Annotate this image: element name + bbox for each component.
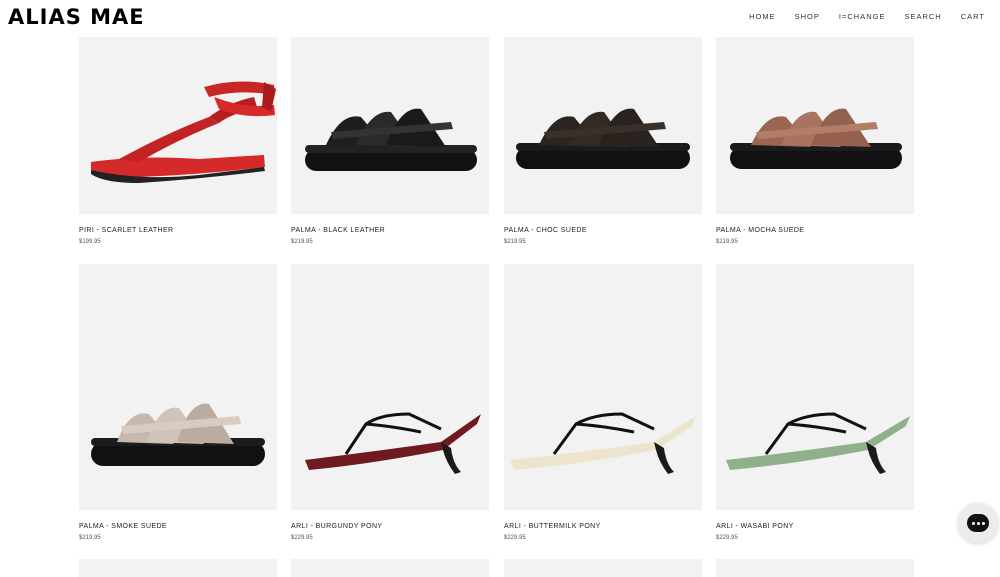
- heeled-thong-sandal-icon: [726, 412, 910, 474]
- nav-cart[interactable]: CART: [961, 12, 985, 22]
- product-card[interactable]: PALMA - MOCHA SUEDE $219.95: [716, 37, 914, 246]
- heeled-thong-sandal-icon: [305, 412, 481, 474]
- product-price: $219.95: [716, 239, 738, 245]
- slide-sandal-icon: [730, 108, 902, 169]
- product-name[interactable]: PALMA - BLACK LEATHER: [291, 226, 489, 235]
- slide-sandal-icon: [305, 108, 477, 171]
- chat-button[interactable]: [958, 503, 998, 543]
- sandal-lace-up-icon: [91, 81, 276, 183]
- product-image[interactable]: [716, 37, 914, 214]
- product-price: $219.95: [504, 239, 526, 245]
- next-row-tile[interactable]: [504, 559, 702, 577]
- nav-i-change[interactable]: I=CHANGE: [839, 12, 886, 22]
- product-image[interactable]: [504, 264, 702, 510]
- chat-bubble-icon: [967, 514, 989, 532]
- next-row-tile[interactable]: [291, 559, 489, 577]
- product-image[interactable]: [79, 264, 277, 510]
- product-card[interactable]: ARLI - WASABI PONY $229.95: [716, 264, 914, 542]
- slide-sandal-icon: [516, 108, 690, 169]
- product-listing-page: ALIAS MAE HOME SHOP I=CHANGE SEARCH CART…: [0, 0, 1000, 577]
- slide-sandal-icon: [91, 403, 265, 466]
- product-image[interactable]: [504, 37, 702, 214]
- product-image[interactable]: [291, 37, 489, 214]
- product-card[interactable]: PIRI - SCARLET LEATHER $199.95: [79, 37, 277, 246]
- product-price: $229.95: [291, 535, 313, 541]
- product-card[interactable]: ARLI - BUTTERMILK PONY $229.95: [504, 264, 702, 542]
- product-price: $229.95: [504, 535, 526, 541]
- site-header: ALIAS MAE HOME SHOP I=CHANGE SEARCH CART: [0, 0, 1000, 37]
- product-name[interactable]: PIRI - SCARLET LEATHER: [79, 226, 277, 235]
- product-name[interactable]: PALMA - SMOKE SUEDE: [79, 522, 277, 531]
- product-name[interactable]: PALMA - CHOC SUEDE: [504, 226, 702, 235]
- product-name[interactable]: ARLI - BURGUNDY PONY: [291, 522, 489, 531]
- product-card[interactable]: PALMA - BLACK LEATHER $219.95: [291, 37, 489, 246]
- main-nav: HOME SHOP I=CHANGE SEARCH CART: [749, 12, 985, 22]
- heeled-thong-sandal-icon: [510, 412, 696, 474]
- brand-logo[interactable]: ALIAS MAE: [8, 5, 145, 29]
- product-image[interactable]: [716, 264, 914, 510]
- product-price: $199.95: [79, 239, 101, 245]
- nav-shop[interactable]: SHOP: [795, 12, 820, 22]
- nav-search[interactable]: SEARCH: [904, 12, 941, 22]
- product-card[interactable]: PALMA - SMOKE SUEDE $219.95: [79, 264, 277, 542]
- nav-home[interactable]: HOME: [749, 12, 776, 22]
- product-price: $219.95: [291, 239, 313, 245]
- product-image[interactable]: [291, 264, 489, 510]
- next-row-tile[interactable]: [716, 559, 914, 577]
- product-name[interactable]: PALMA - MOCHA SUEDE: [716, 226, 914, 235]
- product-card[interactable]: PALMA - CHOC SUEDE $219.95: [504, 37, 702, 246]
- product-name[interactable]: ARLI - BUTTERMILK PONY: [504, 522, 702, 531]
- product-price: $229.95: [716, 535, 738, 541]
- next-row-tile[interactable]: [79, 559, 277, 577]
- product-price: $219.95: [79, 535, 101, 541]
- product-name[interactable]: ARLI - WASABI PONY: [716, 522, 914, 531]
- product-card[interactable]: ARLI - BURGUNDY PONY $229.95: [291, 264, 489, 542]
- product-image[interactable]: [79, 37, 277, 214]
